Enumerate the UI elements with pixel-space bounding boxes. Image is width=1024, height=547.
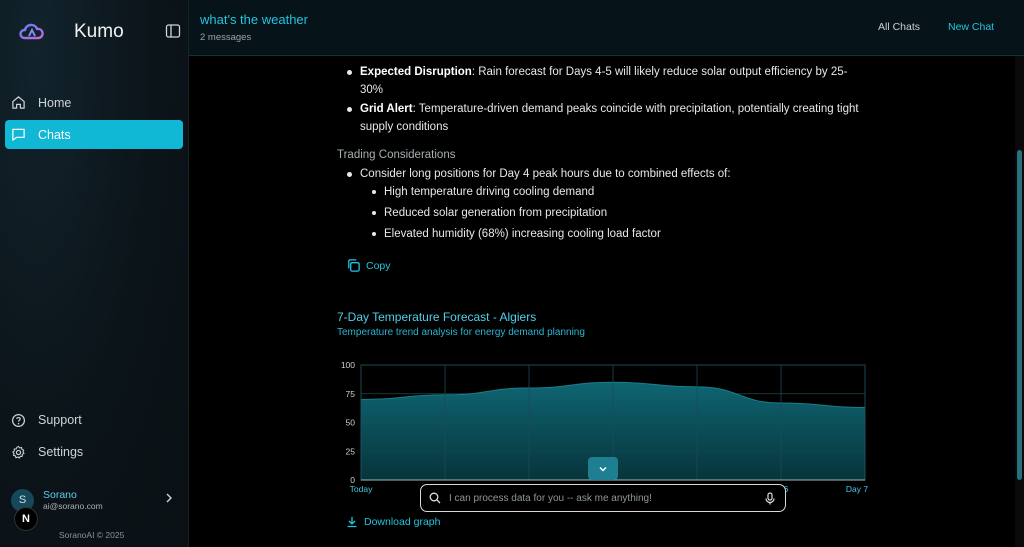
chart-y-tick-label: 50: [346, 418, 356, 428]
user-email: ai@sorano.com: [43, 500, 103, 511]
chat-input[interactable]: [449, 492, 759, 504]
chevron-down-icon: [599, 466, 607, 472]
nav-item-settings[interactable]: Settings: [5, 437, 183, 467]
brand[interactable]: Kumo: [16, 16, 124, 48]
chart-x-tick-label: Day 7: [846, 484, 868, 494]
kumo-logo-icon: [19, 23, 44, 40]
nav-label-support: Support: [38, 413, 82, 427]
copy-label: Copy: [366, 259, 391, 272]
nav-item-chats[interactable]: Chats: [5, 120, 183, 149]
scrollbar-thumb[interactable]: [1017, 150, 1022, 480]
chart-x-tick-label: Today: [350, 484, 373, 494]
user-profile[interactable]: S Sorano ai@sorano.com: [11, 486, 183, 514]
bullet-text: : Temperature-driven demand peaks coinci…: [360, 103, 859, 133]
all-chats-link[interactable]: All Chats: [878, 21, 920, 33]
sub-bullet-list: High temperature driving cooling demand: [361, 183, 861, 201]
bullet-list: Consider long positions for Day 4 peak h…: [337, 165, 867, 183]
sidebar-toggle-icon[interactable]: [165, 23, 181, 39]
chat-title: what's the weather: [200, 12, 308, 27]
sub-bullet-list: Reduced solar generation from precipitat…: [361, 204, 861, 222]
download-icon: [347, 517, 357, 528]
bottom-nav: Support Settings: [5, 405, 183, 469]
download-graph-button[interactable]: Download graph: [346, 516, 440, 528]
scroll-to-bottom-button[interactable]: [588, 457, 618, 480]
nav-item-home[interactable]: Home: [5, 88, 183, 117]
gear-icon: [12, 445, 25, 459]
chat-input-container: [420, 484, 786, 512]
chat-header: what's the weather 2 messages All Chats …: [189, 0, 1024, 56]
nav-item-support[interactable]: Support: [5, 405, 183, 435]
download-label: Download graph: [364, 516, 441, 528]
list-item: Grid Alert: Temperature-driven demand pe…: [337, 100, 867, 136]
nav-label-settings: Settings: [38, 445, 84, 459]
bullet-list: Grid Alert: Temperature-driven demand pe…: [337, 100, 867, 136]
copy-icon: [348, 259, 360, 272]
chart-title: 7-Day Temperature Forecast - Algiers: [337, 310, 537, 324]
copy-button[interactable]: Copy: [346, 258, 391, 273]
brand-name: Kumo: [74, 21, 124, 42]
list-item: Elevated humidity (68%) increasing cooli…: [361, 225, 861, 243]
help-circle-icon: [11, 413, 26, 427]
user-info: Sorano ai@sorano.com: [43, 489, 103, 512]
user-name: Sorano: [43, 488, 77, 501]
chart-y-tick-label: 25: [346, 446, 356, 456]
chart-y-tick-label: 100: [341, 360, 355, 370]
bullet-list: Expected Disruption: Rain forecast for D…: [337, 63, 867, 99]
nav-label-chats: Chats: [38, 127, 71, 142]
chat-icon: [12, 128, 25, 141]
copyright: SoranoAI © 2025: [59, 530, 125, 540]
list-item: Expected Disruption: Rain forecast for D…: [337, 63, 867, 99]
sub-bullet-list: Elevated humidity (68%) increasing cooli…: [361, 225, 861, 243]
chart-subtitle: Temperature trend analysis for energy de…: [337, 327, 585, 338]
list-item: High temperature driving cooling demand: [361, 183, 861, 201]
new-chat-link[interactable]: New Chat: [948, 21, 994, 33]
home-icon: [12, 96, 25, 109]
section-heading: Trading Considerations: [337, 149, 456, 161]
search-icon: [429, 492, 441, 504]
microphone-icon[interactable]: [764, 492, 776, 505]
bullet-heading: Grid Alert: [360, 103, 413, 115]
message-count: 2 messages: [200, 32, 252, 43]
main-nav: Home Chats: [5, 88, 183, 152]
list-item: Consider long positions for Day 4 peak h…: [337, 165, 867, 183]
chevron-right-icon: [166, 493, 172, 503]
bullet-heading: Expected Disruption: [360, 66, 472, 78]
sidebar: Kumo Home Chats Support Settings S Soran…: [0, 0, 189, 547]
chart-y-tick-label: 75: [346, 389, 356, 399]
list-item: Reduced solar generation from precipitat…: [361, 204, 861, 222]
nav-label-home: Home: [38, 95, 72, 110]
dev-badge[interactable]: N: [14, 507, 38, 531]
